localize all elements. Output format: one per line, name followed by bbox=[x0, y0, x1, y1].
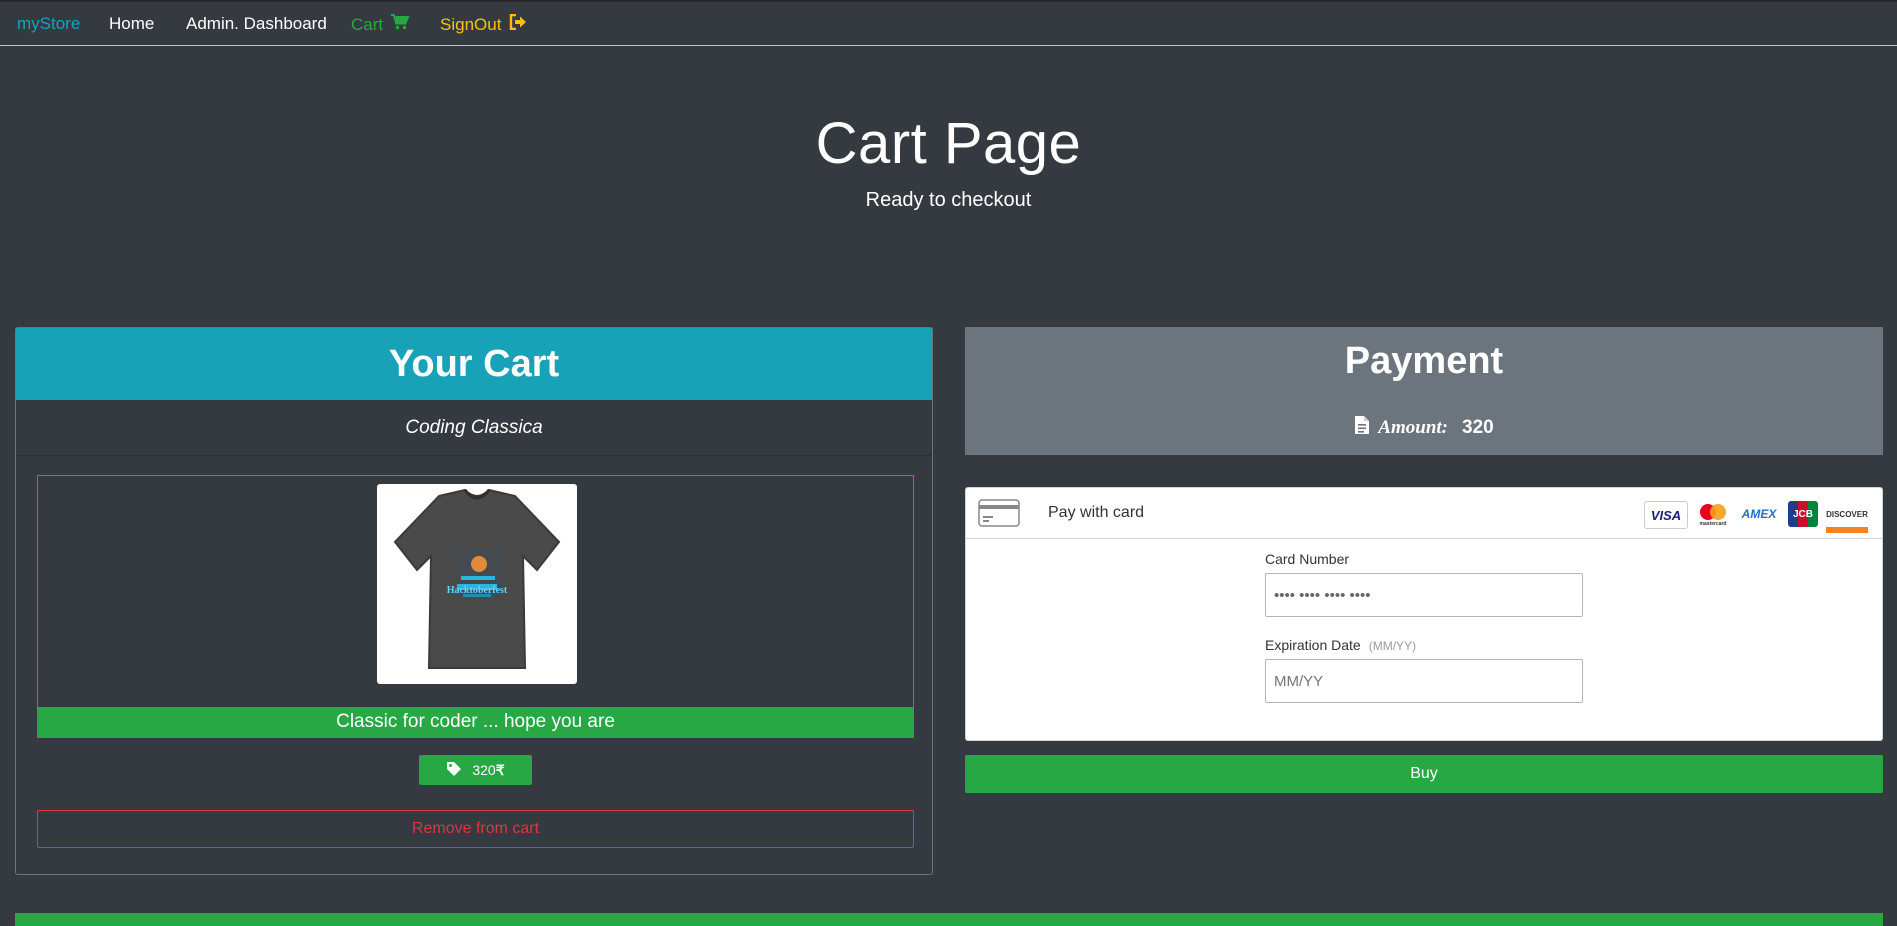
brand-link[interactable]: myStore bbox=[17, 14, 80, 34]
nav-home-label: Home bbox=[109, 14, 155, 33]
hero: Cart Page Ready to checkout bbox=[0, 110, 1897, 212]
page-subtitle: Ready to checkout bbox=[865, 189, 1032, 211]
card-number-label: Card Number bbox=[1265, 551, 1349, 567]
payment-heading: Payment bbox=[1344, 340, 1504, 382]
nav-admin-label: Admin. Dashboard bbox=[186, 14, 327, 33]
sign-out-icon bbox=[509, 13, 527, 35]
mastercard-logo-text: mastercard bbox=[1700, 521, 1727, 527]
tag-icon bbox=[446, 761, 462, 780]
remove-from-cart-button[interactable]: Remove from cart bbox=[37, 810, 914, 848]
visa-logo: VISA bbox=[1644, 501, 1688, 529]
cart-icon bbox=[391, 14, 410, 35]
cart-heading: Your Cart bbox=[16, 328, 932, 400]
pay-with-card-label: Pay with card bbox=[1048, 504, 1145, 521]
footer-bar bbox=[15, 913, 1883, 926]
amex-logo: AMEX bbox=[1741, 507, 1777, 521]
product-image: Hacktoberfest bbox=[377, 484, 577, 684]
expiration-label: Expiration Date (MM/YY) bbox=[1265, 637, 1416, 653]
brand-label: myStore bbox=[17, 14, 81, 33]
card-number-label-text: Card Number bbox=[1265, 551, 1350, 567]
product-description: Classic for coder ... hope you are bbox=[38, 707, 913, 737]
nav-signout-label: SignOut bbox=[440, 14, 502, 34]
tshirt-print-text: Hacktoberfest bbox=[447, 585, 508, 596]
product-name: Coding Classica bbox=[16, 400, 932, 456]
page-title: Cart Page bbox=[815, 111, 1082, 176]
discover-logo: DISCOVER bbox=[1826, 501, 1868, 533]
nav-cart-link[interactable]: Cart bbox=[351, 14, 410, 35]
cart-card: Your Cart Coding Classica Hacktoberfest … bbox=[15, 327, 933, 875]
nav-cart-label: Cart bbox=[351, 14, 384, 34]
product-box: Hacktoberfest Classic for coder ... hope… bbox=[37, 475, 914, 738]
price-badge: 320₹ bbox=[419, 755, 532, 785]
navbar: myStore Home Admin. Dashboard Cart SignO… bbox=[0, 2, 1897, 46]
pay-with-card-header: Pay with card VISA mastercard AMEX JCB D… bbox=[966, 488, 1882, 539]
expiration-hint: (MM/YY) bbox=[1368, 639, 1417, 653]
tshirt-image: Hacktoberfest bbox=[393, 488, 561, 669]
jcb-logo: JCB bbox=[1788, 501, 1818, 527]
nav-home-link[interactable]: Home bbox=[109, 14, 154, 34]
expiration-input[interactable] bbox=[1265, 659, 1583, 703]
price-value: 320 bbox=[472, 761, 496, 778]
credit-card-icon bbox=[978, 499, 1020, 532]
buy-button[interactable]: Buy bbox=[965, 755, 1883, 793]
expiration-label-text: Expiration Date bbox=[1265, 637, 1361, 653]
amount-line: Amount: 320 bbox=[965, 415, 1883, 441]
mastercard-logo: mastercard bbox=[1696, 501, 1730, 527]
nav-signout-link[interactable]: SignOut bbox=[440, 13, 527, 35]
receipt-icon bbox=[1354, 415, 1370, 441]
card-brand-logos: VISA mastercard AMEX JCB DISCOVER bbox=[1644, 501, 1868, 533]
rupee-icon: ₹ bbox=[495, 761, 505, 778]
amount-value: 320 bbox=[1462, 417, 1494, 438]
card-payment-form: Pay with card VISA mastercard AMEX JCB D… bbox=[965, 487, 1883, 741]
payment-header: Payment Amount: 320 bbox=[965, 327, 1883, 455]
card-number-input[interactable] bbox=[1265, 573, 1583, 617]
nav-admin-link[interactable]: Admin. Dashboard bbox=[186, 14, 327, 34]
amount-label: Amount: bbox=[1378, 417, 1448, 438]
